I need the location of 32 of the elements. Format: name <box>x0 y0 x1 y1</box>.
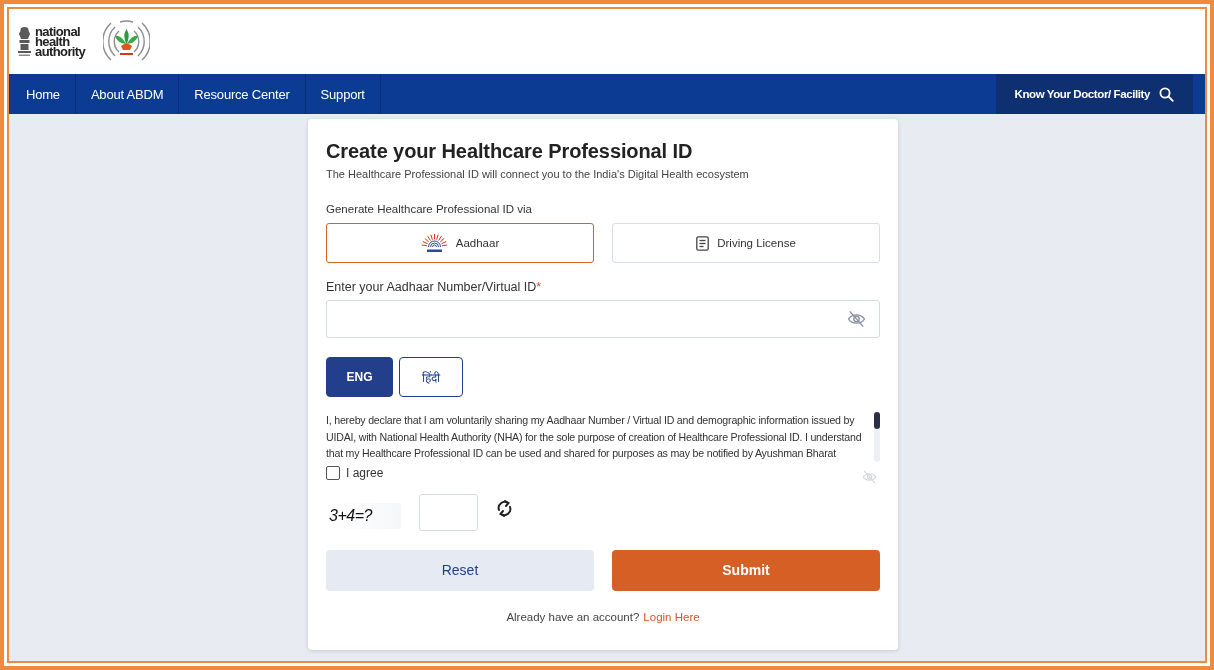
submit-button[interactable]: Submit <box>612 549 880 591</box>
nav-link[interactable]: Resource Center <box>179 74 306 114</box>
language-toggle[interactable]: हिंदी <box>399 357 463 397</box>
nav-link[interactable]: Support <box>305 74 381 114</box>
document-icon <box>696 235 710 251</box>
form-subtitle: The Healthcare Professional ID will connect you to the India's Digital Health ecosystem <box>326 168 750 180</box>
method-option[interactable]: Aadhaar <box>326 223 594 263</box>
method-label: Generate Healthcare Professional ID via <box>326 203 533 215</box>
logo-wordmark: national health authority <box>35 26 86 57</box>
leaf-emblem-logo <box>103 19 151 64</box>
captcha-input[interactable] <box>419 493 478 531</box>
captcha-text: 3+4=? <box>326 503 401 529</box>
know-your-doctor-link[interactable]: Know Your Doctor/ Facility <box>995 74 1193 114</box>
login-link[interactable]: Login Here <box>643 610 700 623</box>
agree-label: I agree <box>346 465 384 480</box>
pillar-emblem-icon <box>17 26 32 57</box>
scrollbar[interactable] <box>874 412 880 462</box>
refresh-icon[interactable] <box>496 498 513 518</box>
reset-button[interactable]: Reset <box>326 549 594 591</box>
language-toggle[interactable]: ENG <box>326 357 393 397</box>
method-option[interactable]: Driving License <box>612 223 880 263</box>
nav-link[interactable]: About ABDM <box>75 74 180 114</box>
search-icon <box>1159 86 1174 102</box>
input-field[interactable] <box>326 300 880 338</box>
fingerprint-sun-icon <box>420 233 448 253</box>
eye-off-icon[interactable] <box>847 310 866 328</box>
declaration-text: I, hereby declare that I am voluntarily sharing my Aadhaar Number / Virtual ID and demographic information issued by UIDAI, with National Health Authority (NHA) for the sole purpose of creation of Healthcare Professional ID. I understand that my Healthcare Professional ID can be used and shared for purposes as may be notified by Ayushman Bharat <box>326 413 863 461</box>
form-title: Create your Healthcare Professional ID <box>326 139 694 163</box>
nav-link[interactable]: Home <box>11 74 76 114</box>
login-prompt: Already have an account? <box>506 610 640 623</box>
agree-checkbox[interactable] <box>326 465 340 480</box>
field-label: Enter your Aadhaar Number/Virtual ID* <box>326 280 543 294</box>
